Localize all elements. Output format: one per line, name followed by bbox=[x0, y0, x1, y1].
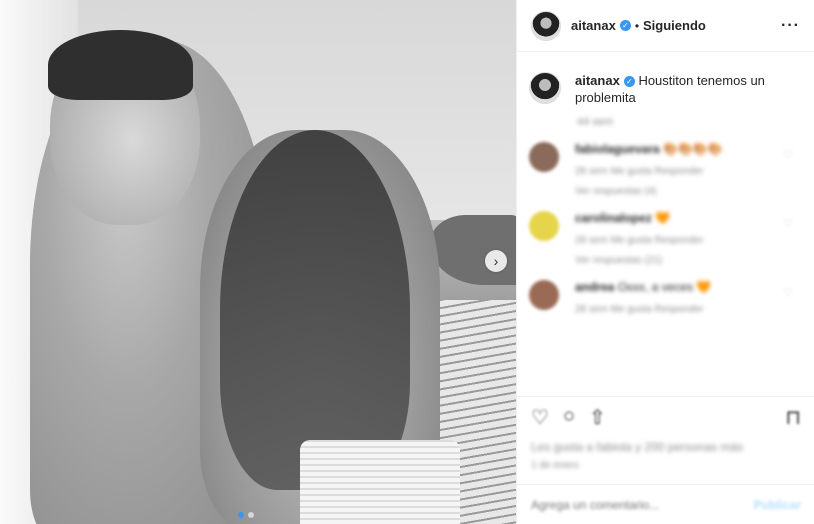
post-photo[interactable]: › bbox=[0, 0, 516, 524]
comment-body: 🎨🎨🎨🎨 bbox=[663, 142, 723, 156]
photo-man-hair bbox=[48, 30, 193, 100]
photo-dress bbox=[300, 440, 460, 524]
like-heart-icon[interactable]: ♡ bbox=[531, 405, 549, 430]
comment-username[interactable]: fabiolaguevara bbox=[575, 142, 660, 156]
action-icons: ♡ ○ ⇧ ⊓ bbox=[531, 405, 801, 430]
comment-body: Oxxx, a veces 🧡 bbox=[617, 280, 712, 294]
comment-text: andrea Oxxx, a veces 🧡 bbox=[575, 280, 775, 294]
caption-username[interactable]: aitanax bbox=[575, 73, 620, 88]
verified-badge-icon: ✓ bbox=[619, 20, 631, 31]
post-date: 1 de enero bbox=[531, 460, 579, 471]
comment-item: fabiolaguevara 🎨🎨🎨🎨 28 sem Me gusta Resp… bbox=[517, 142, 814, 197]
comment-meta[interactable]: 28 sem Me gusta Responder bbox=[575, 166, 775, 178]
comment-username[interactable]: andrea bbox=[575, 280, 614, 294]
comment-item: andrea Oxxx, a veces 🧡 28 sem Me gusta R… bbox=[517, 280, 814, 316]
add-comment-bar: Publicar bbox=[517, 484, 814, 524]
comment-meta[interactable]: 28 sem Me gusta Responder bbox=[575, 304, 775, 316]
post-side-panel: aitanax ✓ • Siguiendo ··· aitanax ✓ Houst… bbox=[516, 0, 814, 524]
author-username[interactable]: aitanax bbox=[571, 18, 616, 33]
carousel-dots bbox=[238, 512, 254, 518]
comment-avatar[interactable] bbox=[529, 142, 559, 172]
post-caption: aitanax ✓ Houstiton tenemos un problemita bbox=[517, 52, 814, 106]
post-header: aitanax ✓ • Siguiendo ··· bbox=[517, 0, 814, 52]
comment-username[interactable]: carolinalopez bbox=[575, 211, 652, 225]
comment-body: 🧡 bbox=[655, 211, 670, 225]
comment-item: carolinalopez 🧡 28 sem Me gusta Responde… bbox=[517, 211, 814, 266]
like-comment-icon[interactable]: ♡ bbox=[783, 286, 793, 299]
caption-time: 44 sem bbox=[577, 116, 614, 128]
photo-woman-hair bbox=[220, 130, 410, 490]
header-separator: • bbox=[634, 18, 640, 33]
more-options-icon[interactable]: ··· bbox=[781, 17, 800, 35]
comment-text: fabiolaguevara 🎨🎨🎨🎨 bbox=[575, 142, 775, 156]
comments-list: 44 sem fabiolaguevara 🎨🎨🎨🎨 28 sem Me gus… bbox=[517, 116, 814, 316]
caption-avatar[interactable] bbox=[529, 72, 561, 104]
comment-avatar[interactable] bbox=[529, 211, 559, 241]
comment-text: carolinalopez 🧡 bbox=[575, 211, 775, 225]
following-button[interactable]: Siguiendo bbox=[643, 18, 706, 33]
view-replies-link[interactable]: Ver respuestas (4) bbox=[575, 186, 775, 197]
likes-count[interactable]: Les gusta a fabiola y 200 personas más bbox=[531, 440, 801, 454]
like-comment-icon[interactable]: ♡ bbox=[783, 148, 793, 161]
comment-avatar[interactable] bbox=[529, 280, 559, 310]
post-actions: ♡ ○ ⇧ ⊓ Les gusta a fabiola y 200 person… bbox=[517, 396, 814, 471]
next-slide-arrow-icon[interactable]: › bbox=[485, 250, 507, 272]
author-avatar[interactable] bbox=[531, 10, 561, 41]
save-bookmark-icon[interactable]: ⊓ bbox=[785, 405, 801, 430]
carousel-dot-active bbox=[238, 512, 244, 518]
carousel-dot bbox=[248, 512, 254, 518]
caption-text: aitanax ✓ Houstiton tenemos un problemita bbox=[575, 72, 800, 106]
share-icon[interactable]: ⇧ bbox=[589, 405, 606, 430]
comment-meta[interactable]: 28 sem Me gusta Responder bbox=[575, 235, 775, 247]
comment-input[interactable] bbox=[531, 497, 754, 512]
publish-button[interactable]: Publicar bbox=[754, 498, 801, 512]
view-replies-link[interactable]: Ver respuestas (21) bbox=[575, 255, 775, 266]
like-comment-icon[interactable]: ♡ bbox=[783, 217, 793, 230]
comment-bubble-icon[interactable]: ○ bbox=[563, 405, 575, 430]
verified-badge-icon: ✓ bbox=[623, 76, 635, 88]
